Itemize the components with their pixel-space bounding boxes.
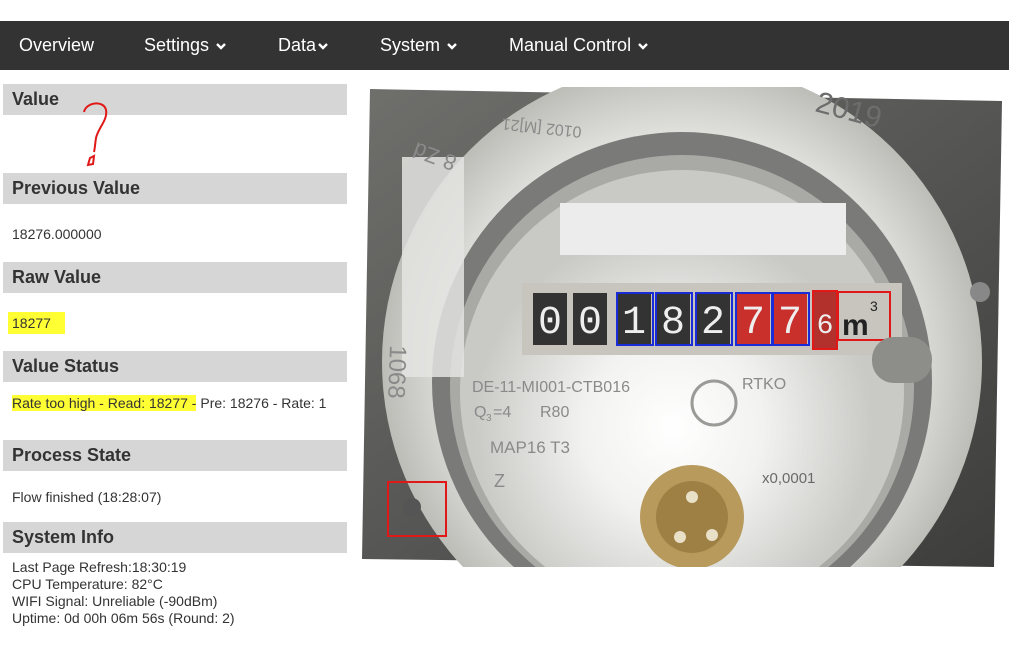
system-info-refresh: Last Page Refresh:18:30:19 <box>12 559 187 575</box>
meter-brand-text: RTKO <box>742 376 786 393</box>
process-state-heading: Process State <box>3 440 347 471</box>
nav-manual-control-label: Manual Control <box>509 35 632 55</box>
nav-settings-label: Settings <box>144 35 210 55</box>
meter-r-label: R80 <box>540 404 569 421</box>
redacted-patch <box>402 157 464 377</box>
meter-z-label: Z <box>494 471 505 491</box>
value-heading: Value <box>3 84 347 115</box>
chevron-down-icon <box>318 42 328 50</box>
meter-q-value: =4 <box>493 404 511 421</box>
raw-value-text: 18277 <box>8 312 65 334</box>
digit: 6 <box>817 311 834 342</box>
meter-camera-image: 2019 1068 8 Zd 0102 [M]21 0 0 1 8 2 7 7 … <box>362 62 1002 655</box>
redacted-patch <box>560 203 846 255</box>
digit: 7 <box>778 301 802 346</box>
meter-multiplier-text: x0,0001 <box>762 470 815 487</box>
nav-settings[interactable]: Settings <box>144 21 227 70</box>
unit-label: m <box>842 309 869 342</box>
raw-value-heading: Raw Value <box>3 262 347 293</box>
system-info-heading: System Info <box>3 522 347 553</box>
nav-overview-label: Overview <box>19 35 95 55</box>
digit: 0 <box>538 301 562 346</box>
digit: 7 <box>741 301 765 346</box>
meter-model-text: DE-11-MI001-CTB016 <box>472 379 630 396</box>
chevron-down-icon <box>638 42 648 50</box>
unit-superscript: 3 <box>870 298 878 314</box>
meter-q-label: Q <box>474 404 486 421</box>
nav-data[interactable]: Data <box>278 21 329 70</box>
nav-data-label: Data <box>278 35 317 55</box>
meter-q-sub: 3 <box>486 413 492 424</box>
meter-map-label: MAP16 T3 <box>490 438 570 457</box>
previous-value-text: 18276.000000 <box>12 226 102 242</box>
top-navbar: Overview Settings Data System Manual Con… <box>0 21 1009 70</box>
digit: 1 <box>622 301 646 346</box>
raw-value-wrap: 18277 <box>8 312 65 334</box>
value-status-heading: Value Status <box>3 351 347 382</box>
digit: 0 <box>578 301 602 346</box>
system-info-uptime: Uptime: 0d 00h 06m 56s (Round: 2) <box>12 610 235 626</box>
nav-system[interactable]: System <box>380 21 458 70</box>
value-status-rest: Pre: 18276 - Rate: 1 <box>196 395 327 411</box>
chevron-down-icon <box>216 42 226 50</box>
system-info-wifi: WIFI Signal: Unreliable (-90dBm) <box>12 593 218 609</box>
nav-manual-control[interactable]: Manual Control <box>509 21 649 70</box>
value-status-text: Rate too high - Read: 18277 - Pre: 18276… <box>12 395 342 412</box>
process-state-text: Flow finished (18:28:07) <box>12 489 162 505</box>
counter-digits: 0 0 1 8 2 7 7 6 m 3 <box>533 291 878 349</box>
digit: 8 <box>661 301 685 346</box>
nav-overview[interactable]: Overview <box>19 21 94 70</box>
system-info-list: Last Page Refresh:18:30:19 CPU Temperatu… <box>12 559 235 627</box>
digit: 2 <box>701 301 725 346</box>
system-info-cpu-temp: CPU Temperature: 82°C <box>12 576 163 592</box>
chevron-down-icon <box>447 42 457 50</box>
nav-system-label: System <box>380 35 441 55</box>
previous-value-heading: Previous Value <box>3 173 347 204</box>
value-question-mark <box>78 98 118 172</box>
value-status-highlighted: Rate too high - Read: 18277 - <box>12 395 197 411</box>
meter-ring-text: 1068 <box>382 345 411 399</box>
